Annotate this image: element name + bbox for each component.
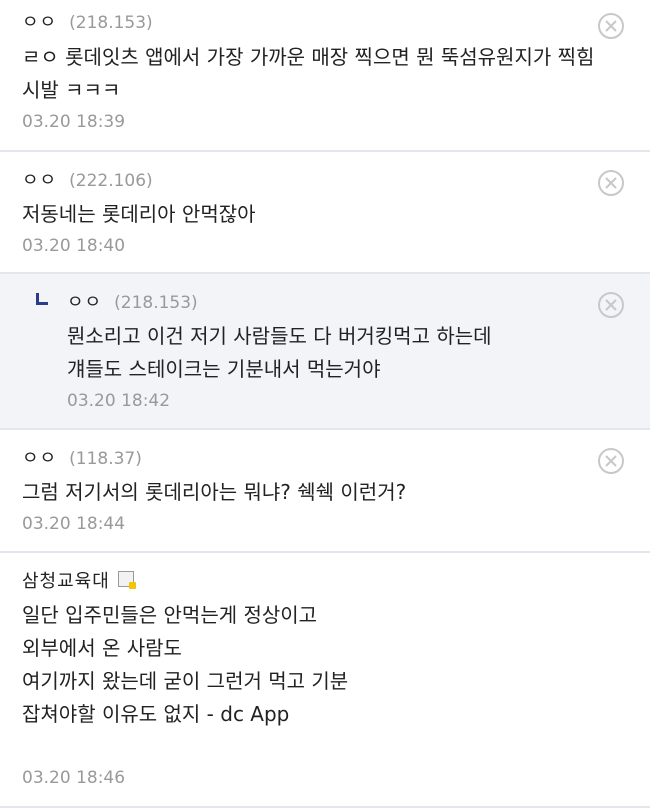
comment-date: 03.20 18:44 (22, 514, 126, 534)
comment-text-line: 일단 입주민들은 안먹는게 정상이고 (22, 603, 318, 627)
comment-ip: (222.106) (69, 171, 153, 191)
comment-text-line: ㄹㅇ 롯데잇츠 앱에서 가장 가까운 매장 찍으면 뭔 뚝섬유원지가 찍힘 (22, 45, 595, 69)
comment-header: 삼청교육대 (22, 567, 136, 593)
comment-date: 03.20 18:46 (22, 768, 126, 788)
comment-author[interactable]: 삼청교육대 (22, 567, 110, 593)
close-icon (605, 455, 617, 467)
gallog-icon (117, 571, 136, 589)
comment-ip: (118.37) (69, 449, 142, 469)
comment-item: ㅇㅇ (218.153) ㄹㅇ 롯데잇츠 앱에서 가장 가까운 매장 찍으면 뭔… (0, 0, 650, 152)
comment-body: 저동네는 롯데리아 안먹잖아 (22, 198, 256, 231)
comment-text-line: 잡쳐야할 이유도 없지 - dc App (22, 702, 290, 726)
delete-button[interactable] (598, 13, 624, 39)
close-icon (605, 177, 617, 189)
reply-arrow-icon (36, 293, 48, 305)
comment-header: ㅇㅇ (222.106) (22, 166, 153, 192)
comment-text-line: 외부에서 온 사람도 (22, 636, 182, 660)
comment-body: ㄹㅇ 롯데잇츠 앱에서 가장 가까운 매장 찍으면 뭔 뚝섬유원지가 찍힘 시발… (22, 41, 594, 107)
comment-text-line: 그럼 저기서의 롯데리아는 뭐냐? 쉑쉑 이런거? (22, 480, 407, 504)
comment-text-line: 저동네는 롯데리아 안먹잖아 (22, 202, 256, 226)
comment-text-line: 여기까지 왔는데 굳이 그런거 먹고 기분 (22, 669, 349, 693)
comment-date: 03.20 18:39 (22, 112, 126, 132)
comment-date: 03.20 18:40 (22, 236, 126, 256)
reply-item: ㅇㅇ (218.153) 뭔소리고 이건 저기 사람들도 다 버거킹먹고 하는데… (0, 274, 650, 430)
comment-body: 그럼 저기서의 롯데리아는 뭐냐? 쉑쉑 이런거? (22, 476, 406, 509)
comment-list: ㅇㅇ (218.153) ㄹㅇ 롯데잇츠 앱에서 가장 가까운 매장 찍으면 뭔… (0, 0, 650, 808)
comment-author[interactable]: ㅇㅇ (22, 8, 57, 34)
comment-item: ㅇㅇ (118.37) 그럼 저기서의 롯데리아는 뭐냐? 쉑쉑 이런거? 03… (0, 430, 650, 553)
comment-body: 일단 입주민들은 안먹는게 정상이고 외부에서 온 사람도 여기까지 왔는데 굳… (22, 599, 348, 731)
comment-body: 뭔소리고 이건 저기 사람들도 다 버거킹먹고 하는데 걔들도 스테이크는 기분… (67, 320, 492, 386)
delete-button[interactable] (598, 448, 624, 474)
comment-header: ㅇㅇ (118.37) (22, 444, 142, 470)
comment-author[interactable]: ㅇㅇ (22, 166, 57, 192)
comment-author[interactable]: ㅇㅇ (67, 288, 102, 314)
delete-button[interactable] (598, 292, 624, 318)
comment-item: 삼청교육대 일단 입주민들은 안먹는게 정상이고 외부에서 온 사람도 여기까지… (0, 553, 650, 808)
comment-author[interactable]: ㅇㅇ (22, 444, 57, 470)
comment-header: ㅇㅇ (218.153) (67, 288, 198, 314)
comment-header: ㅇㅇ (218.153) (22, 8, 153, 34)
comment-text-line: 걔들도 스테이크는 기분내서 먹는거야 (67, 357, 381, 381)
delete-button[interactable] (598, 170, 624, 196)
comment-text-line: 뭔소리고 이건 저기 사람들도 다 버거킹먹고 하는데 (67, 324, 492, 348)
comment-date: 03.20 18:42 (67, 391, 171, 411)
comment-text-line: 시발 ㅋㅋㅋ (22, 78, 121, 102)
close-icon (605, 20, 617, 32)
close-icon (605, 299, 617, 311)
comment-ip: (218.153) (69, 13, 153, 33)
comment-ip: (218.153) (114, 293, 198, 313)
comment-item: ㅇㅇ (222.106) 저동네는 롯데리아 안먹잖아 03.20 18:40 (0, 152, 650, 274)
